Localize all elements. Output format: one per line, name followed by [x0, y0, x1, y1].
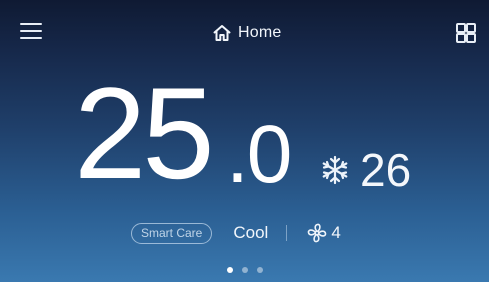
current-temperature-decimal: .0	[226, 109, 292, 200]
home-icon	[213, 25, 231, 41]
page-dot-1[interactable]	[227, 267, 233, 273]
page-indicator	[227, 267, 263, 273]
page-dot-2[interactable]	[242, 267, 248, 273]
mode-label[interactable]: Cool	[233, 223, 268, 243]
home-title-button[interactable]: Home	[212, 20, 281, 46]
fan-speed-control[interactable]: 4	[306, 222, 341, 244]
current-temperature-integer: 25	[74, 60, 215, 206]
set-temperature[interactable]: 26	[320, 147, 411, 193]
page-title: Home	[238, 24, 282, 41]
snowflake-icon	[322, 155, 348, 185]
status-divider	[286, 225, 288, 241]
page-dot-3[interactable]	[257, 267, 263, 273]
hamburger-menu-icon[interactable]	[20, 22, 42, 40]
set-temperature-value: 26	[360, 144, 412, 196]
status-row: Smart Care Cool 4	[131, 222, 341, 244]
grid-apps-icon[interactable]	[456, 23, 476, 43]
thermostat-screen: Home 25 .0 26 Smart Care Cool 4	[0, 0, 489, 282]
fan-icon	[308, 223, 327, 243]
smart-care-badge[interactable]: Smart Care	[131, 222, 213, 244]
fan-speed-value: 4	[331, 223, 341, 242]
